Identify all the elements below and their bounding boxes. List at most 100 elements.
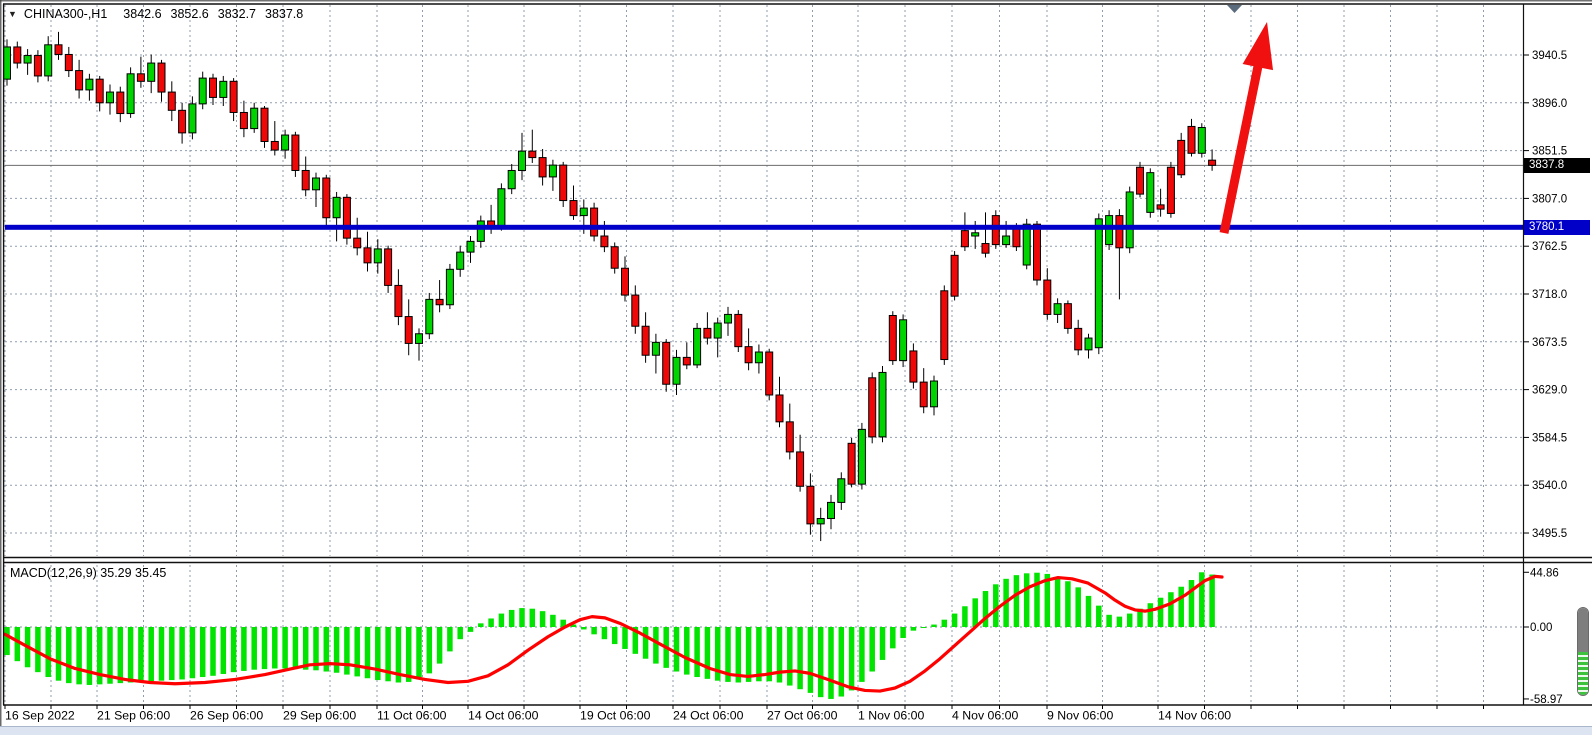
candle-body: [199, 78, 206, 104]
candle-body: [1116, 216, 1123, 248]
open-value: 3842.6: [123, 7, 161, 21]
macd-bar: [808, 627, 814, 693]
macd-bar: [66, 627, 72, 683]
macd-bar: [1127, 614, 1133, 627]
candle-body: [838, 479, 845, 503]
macd-bar: [612, 627, 618, 644]
macd-bar: [169, 627, 175, 680]
price-axis-label: 3762.5: [1532, 241, 1567, 253]
candle-body: [1064, 304, 1071, 329]
macd-bar: [1014, 575, 1020, 627]
low-value: 3832.7: [218, 7, 256, 21]
macd-bar: [550, 615, 556, 627]
macd-bar: [272, 627, 278, 668]
time-axis-label: 4 Nov 06:00: [952, 709, 1018, 723]
candle-body: [1003, 236, 1010, 245]
candle-body: [168, 92, 175, 110]
candle-body: [848, 443, 855, 484]
candle-body: [1147, 173, 1154, 213]
macd-bar: [87, 627, 93, 685]
macd-bar: [942, 620, 948, 627]
candle-body: [725, 314, 732, 323]
candle-body: [1209, 160, 1216, 165]
candle-body: [457, 252, 464, 269]
macd-bar: [221, 627, 227, 674]
candle-body: [951, 255, 958, 296]
candle-body: [704, 328, 711, 338]
time-axis-label: 26 Sep 06:00: [190, 709, 263, 723]
candle-body: [1167, 167, 1174, 213]
macd-bar: [118, 627, 124, 683]
candle-body: [776, 395, 783, 422]
price-axis-label: 3807.0: [1532, 193, 1567, 205]
candle-body: [467, 241, 474, 252]
candle-body: [34, 56, 41, 76]
macd-bar: [488, 618, 494, 627]
close-value: 3837.8: [265, 7, 303, 21]
macd-bar: [777, 627, 783, 683]
macd-indicator-label: MACD(12,26,9) 35.29 35.45: [10, 566, 166, 580]
price-axis-label: 3629.0: [1532, 385, 1567, 397]
macd-bar: [159, 627, 165, 681]
macd-bar: [1065, 581, 1071, 627]
macd-bar: [519, 608, 525, 627]
price-axis-label: 3851.5: [1532, 146, 1567, 158]
candle-body: [889, 315, 896, 360]
macd-bar: [478, 623, 484, 627]
macd-histogram: [4, 572, 1215, 699]
macd-bar: [1178, 587, 1184, 627]
candle-body: [405, 317, 412, 344]
chart-canvas[interactable]: 3940.53896.03851.53807.03762.53718.03673…: [0, 0, 1592, 735]
symbol-dropdown-icon[interactable]: ▼: [8, 9, 17, 19]
current-price-badge: 3837.8: [1524, 158, 1590, 173]
time-axis-label: 1 Nov 06:00: [858, 709, 924, 723]
candle-body: [601, 236, 608, 247]
candle-body: [580, 208, 587, 216]
macd-bar: [1024, 573, 1029, 627]
candle-body: [14, 47, 21, 63]
candle-body: [313, 178, 320, 190]
candle-body: [683, 357, 690, 365]
macd-bar: [653, 627, 659, 664]
macd-axis: 44.860.00-58.97: [1523, 567, 1563, 706]
candle-body: [910, 351, 917, 382]
time-axis-label: 29 Sep 06:00: [283, 709, 356, 723]
chart-top-marker-icon: [1227, 5, 1242, 13]
vertical-scrollbar-thumb[interactable]: [1577, 607, 1589, 696]
candle-body: [858, 429, 865, 484]
arrow-shaft: [1224, 59, 1259, 233]
candle-body: [529, 151, 536, 157]
candle-body: [982, 244, 989, 254]
candle-body: [261, 108, 268, 141]
macd-bar: [1158, 598, 1164, 627]
candle-body: [817, 519, 824, 524]
scrollbar-thumb-stripes: [1578, 652, 1588, 696]
price-axis-label: 3718.0: [1532, 289, 1567, 301]
candle-body: [323, 178, 330, 218]
macd-bar: [128, 627, 134, 683]
candle-body: [735, 314, 742, 346]
macd-bar: [602, 627, 608, 639]
candle-body: [1178, 140, 1185, 174]
candles: [4, 32, 1216, 541]
candle-body: [302, 170, 309, 189]
candle-body: [1054, 304, 1061, 315]
macd-bar: [921, 627, 927, 628]
macd-bar: [591, 627, 597, 634]
candle-body: [570, 201, 577, 216]
macd-bar: [437, 627, 443, 664]
candle-body: [292, 135, 299, 170]
candle-body: [920, 382, 927, 407]
candle-body: [96, 79, 103, 103]
candle-body: [766, 352, 773, 395]
macd-bar: [622, 627, 628, 649]
macd-bar: [148, 627, 154, 681]
macd-bar: [468, 627, 474, 632]
candle-body: [879, 372, 886, 436]
macd-bar: [1055, 577, 1061, 627]
candle-body: [745, 347, 752, 363]
vertical-gridlines: [5, 5, 1484, 702]
candle-body: [4, 47, 11, 79]
macd-bar: [859, 627, 865, 682]
candle-body: [127, 74, 134, 114]
